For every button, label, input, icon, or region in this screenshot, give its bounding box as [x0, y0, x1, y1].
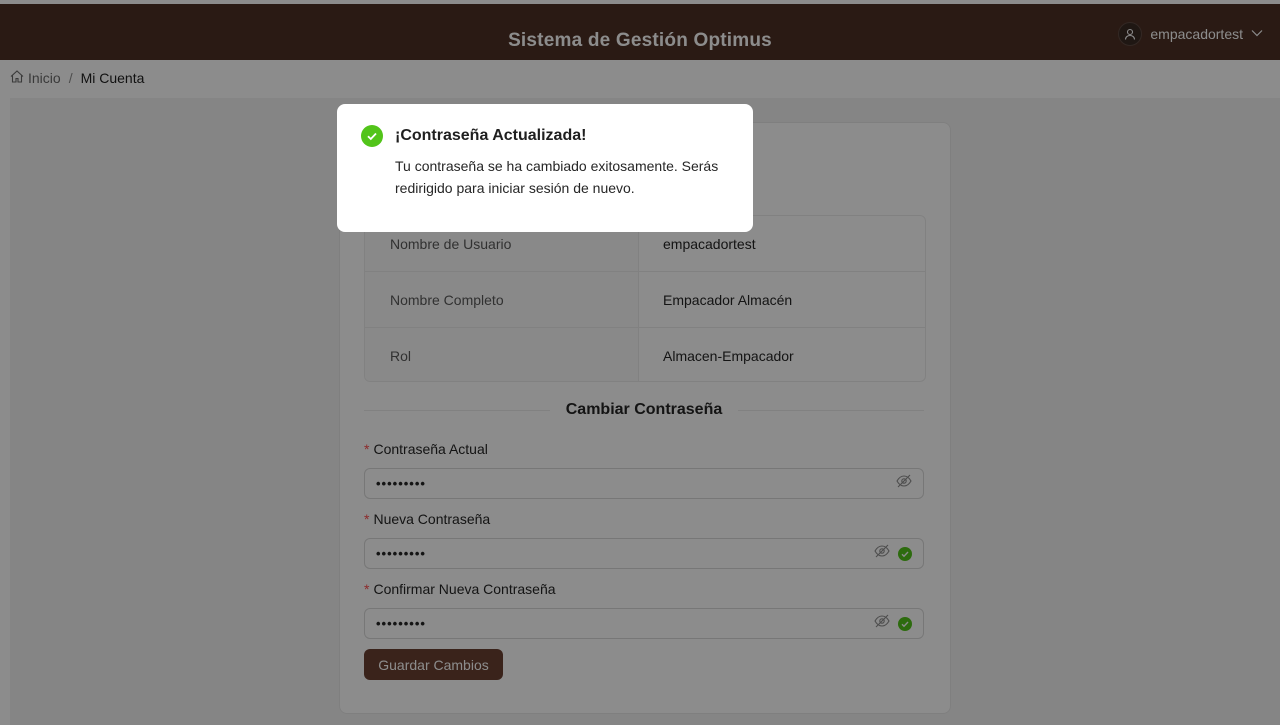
success-modal: ¡Contraseña Actualizada! Tu contraseña s… [337, 104, 753, 232]
modal-message: Tu contraseña se ha cambiado exitosament… [395, 158, 719, 196]
check-circle-icon [361, 125, 383, 147]
modal-title: ¡Contraseña Actualizada! [395, 127, 587, 144]
